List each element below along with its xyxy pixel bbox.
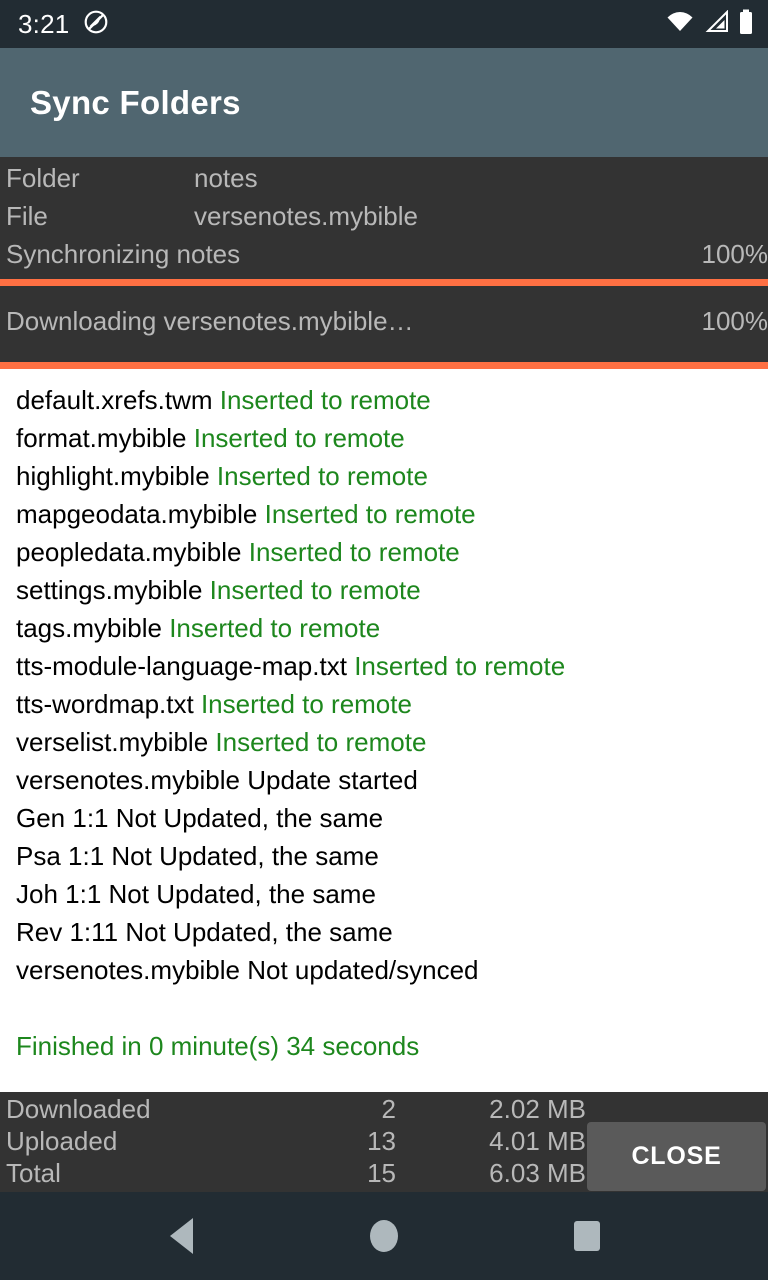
summary-row-label: Downloaded [6,1094,151,1124]
sub-task-percent: 100% [701,306,768,336]
sub-progress-bar [0,362,768,369]
wifi-icon [666,10,694,39]
status-bar: 3:21 [0,0,768,48]
log-line-status: Not updated/synced [247,955,479,985]
log-line: versenotes.mybible Update started [16,761,752,799]
log-line-file: settings.mybible [16,575,203,605]
log-spacer [16,989,752,1027]
log-line-file: peopledata.mybible [16,537,242,567]
nav-back-button[interactable] [146,1201,216,1271]
log-line-status: Not Updated, the same [111,841,379,871]
close-button[interactable]: CLOSE [587,1122,766,1191]
sub-task-block: Downloading versenotes.mybible… 100% [0,286,768,362]
log-line-status: Inserted to remote [248,537,460,567]
log-line-status: Inserted to remote [209,575,421,605]
log-finished-line: Finished in 0 minute(s) 34 seconds [16,1031,420,1061]
main-task-label: Synchronizing notes [6,239,241,269]
log-line: verselist.mybible Inserted to remote [16,723,752,761]
main-task-row: Synchronizing notes 100% [0,239,768,279]
log-line-status: Inserted to remote [216,461,428,491]
folder-value: notes [194,163,258,193]
log-line: tags.mybible Inserted to remote [16,609,752,647]
log-line-status: Inserted to remote [200,689,412,719]
summary-panel: Downloaded 2 2.02 MB Uploaded 13 4.01 MB Total… [0,1092,768,1192]
summary-row-label: Total [6,1158,61,1188]
log-line-file: versenotes.mybible [16,955,240,985]
battery-icon [738,9,754,40]
summary-row-size: 6.03 MB [489,1158,586,1188]
page-title: Sync Folders [30,83,241,121]
log-line-file: format.mybible [16,423,187,453]
main-task-percent: 100% [701,239,768,269]
log-line-file: tts-module-language-map.txt [16,651,347,681]
log-line: mapgeodata.mybible Inserted to remote [16,495,752,533]
status-bar-system-icons [666,9,754,40]
log-line: tts-wordmap.txt Inserted to remote [16,685,752,723]
log-line-file: highlight.mybible [16,461,210,491]
main-progress-fill [0,279,768,286]
log-line: Psa 1:1 Not Updated, the same [16,837,752,875]
log-line-status: Not Updated, the same [108,879,376,909]
recents-icon [573,1221,600,1251]
file-row: File versenotes.mybible [0,201,768,239]
log-line: Rev 1:11 Not Updated, the same [16,913,752,951]
log-line-file: Joh 1:1 [16,879,102,909]
log-line: versenotes.mybible Not updated/synced [16,951,752,989]
sub-task-row: Downloading versenotes.mybible… 100% [0,306,768,346]
log-line-file: tags.mybible [16,613,162,643]
cell-signal-icon [703,9,729,39]
nav-home-button[interactable] [349,1201,419,1271]
do-not-disturb-icon [83,9,109,40]
folder-label: Folder [6,163,80,193]
log-line-status: Not Updated, the same [115,803,384,833]
sync-log[interactable]: default.xrefs.twm Inserted to remote form… [0,369,768,1092]
phone-screen: 3:21 Sync Folders Folder notes File vers… [0,0,768,1280]
sub-task-label: Downloading versenotes.mybible… [6,306,414,336]
log-line: peopledata.mybible Inserted to remote [16,533,752,571]
sync-status-panel: Folder notes File versenotes.mybible Syn… [0,157,768,369]
log-line: settings.mybible Inserted to remote [16,571,752,609]
log-line-status: Inserted to remote [354,651,566,681]
status-bar-notification-icons [83,9,109,40]
folder-row: Folder notes [0,163,768,201]
home-icon [369,1220,398,1252]
back-icon [169,1218,193,1254]
log-line-status: Update started [247,765,418,795]
summary-row-size: 4.01 MB [489,1126,586,1156]
log-line-status: Inserted to remote [193,423,405,453]
log-line-container: default.xrefs.twm Inserted to remote form… [16,381,752,989]
log-line-status: Inserted to remote [215,727,427,757]
log-line-file: default.xrefs.twm [16,385,213,415]
file-value: versenotes.mybible [194,201,418,231]
log-line-file: versenotes.mybible [16,765,240,795]
summary-row-count: 13 [367,1126,396,1156]
system-navigation-bar [0,1192,768,1280]
log-line-file: Gen 1:1 [16,803,109,833]
log-line: default.xrefs.twm Inserted to remote [16,381,752,419]
log-line-file: tts-wordmap.txt [16,689,194,719]
log-line: Joh 1:1 Not Updated, the same [16,875,752,913]
nav-recents-button[interactable] [552,1201,622,1271]
log-line-file: Psa 1:1 [16,841,105,871]
app-bar: Sync Folders [0,48,768,157]
status-bar-clock: 3:21 [18,9,70,39]
log-line-file: mapgeodata.mybible [16,499,258,529]
log-line-status: Inserted to remote [219,385,431,415]
log-line-status: Inserted to remote [264,499,476,529]
log-line: Gen 1:1 Not Updated, the same [16,799,752,837]
file-label: File [6,201,48,231]
log-line-file: Rev 1:11 [16,917,119,947]
log-line: tts-module-language-map.txt Inserted to … [16,647,752,685]
summary-row-size: 2.02 MB [489,1094,586,1124]
main-progress-bar [0,279,768,286]
summary-row-count: 15 [367,1158,396,1188]
log-line: format.mybible Inserted to remote [16,419,752,457]
log-line-status: Not Updated, the same [125,917,393,947]
summary-row-label: Uploaded [6,1126,118,1156]
summary-row-count: 2 [381,1094,396,1124]
log-line: highlight.mybible Inserted to remote [16,457,752,495]
sub-progress-fill [0,362,768,369]
log-line-file: verselist.mybible [16,727,209,757]
log-line-status: Inserted to remote [169,613,381,643]
